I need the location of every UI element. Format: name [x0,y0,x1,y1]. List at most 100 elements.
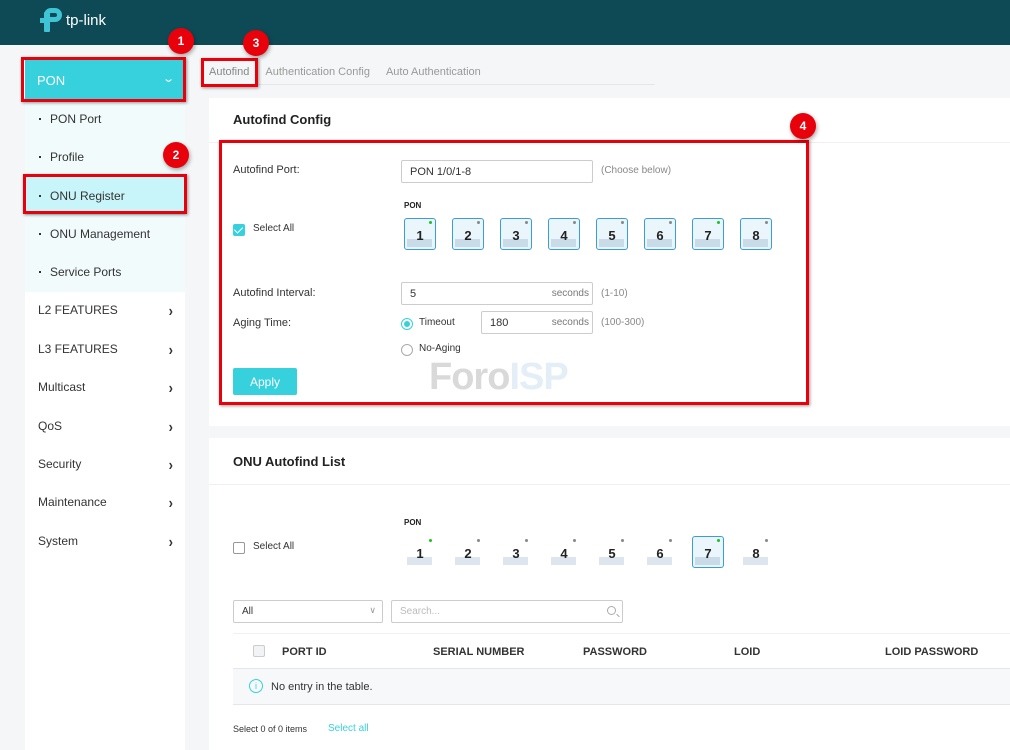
port-number: 4 [560,228,568,243]
sidebar-item-onu-management[interactable]: ONU Management [25,215,185,253]
pon-label: PON [404,518,422,527]
search-icon [607,606,616,615]
chevron-down-icon: ∨ [369,605,376,615]
annotation-box-3 [201,58,258,87]
sidebar-item-label: Security [38,457,82,471]
port-number: 7 [704,546,712,561]
port-number: 7 [704,228,712,243]
bullet-icon [39,156,41,158]
port-number: 8 [752,228,760,243]
pon-port-6[interactable]: 6 [644,536,676,568]
port-number: 5 [608,546,616,561]
pon-port-3[interactable]: 3 [500,536,532,568]
chevron-right-icon: › [168,493,173,511]
pon-port-7[interactable]: 7 [692,536,724,568]
port-number: 6 [656,546,664,561]
brand-name: tp-link [66,11,107,29]
selection-count: Select 0 of 0 items [233,724,308,734]
annotation-badge-3: 3 [243,30,269,56]
annotation-box-2 [23,174,187,214]
list-select-all-checkbox[interactable] [233,542,245,554]
port-status-led-icon [669,539,672,542]
sidebar-item-l3-features[interactable]: L3 FEATURES › [25,330,185,368]
sidebar-item-maintenance[interactable]: Maintenance › [25,483,185,521]
tab-auto-authentication[interactable]: Auto Authentication [382,60,485,84]
sidebar-item-service-ports[interactable]: Service Ports [25,253,185,291]
sidebar-item-qos[interactable]: QoS › [25,407,185,445]
sidebar-item-system[interactable]: System › [25,522,185,560]
tab-bar: Autofind Authentication Config Auto Auth… [205,60,655,85]
sidebar-item-label: L3 FEATURES [38,342,118,356]
sidebar-item-label: Maintenance [38,495,107,509]
pon-port-1[interactable]: 1 [404,536,436,568]
tab-authentication-config[interactable]: Authentication Config [261,60,374,84]
pon-port-8[interactable]: 8 [740,536,772,568]
search-placeholder: Search... [400,606,441,617]
column-header-loid-password[interactable]: LOID PASSWORD [885,646,978,658]
sidebar-item-label: System [38,534,79,548]
annotation-box-4 [219,140,809,405]
select-all-link[interactable]: Select all [328,723,369,734]
annotation-badge-1: 1 [168,28,194,54]
annotation-badge-4: 4 [790,113,816,139]
chevron-right-icon: › [168,532,173,550]
port-number: 4 [560,546,568,561]
sidebar-item-label: Multicast [38,380,86,394]
port-number: 2 [464,228,472,243]
port-number: 3 [512,228,520,243]
panel-title: Autofind Config [233,112,332,127]
top-bar: tp-link [0,0,1010,45]
sidebar-item-security[interactable]: Security › [25,445,185,483]
header-checkbox[interactable] [253,645,265,657]
filter-select[interactable]: All ∨ [233,600,383,623]
sidebar-item-label: L2 FEATURES [38,303,118,317]
bullet-icon [39,118,41,120]
sidebar-item-label: ONU Management [50,227,151,241]
port-status-led-icon [573,539,576,542]
sidebar-item-label: PON Port [50,112,102,126]
port-number: 6 [656,228,664,243]
panel-title: ONU Autofind List [233,454,346,469]
column-header-port-id[interactable]: PORT ID [282,646,327,658]
chevron-right-icon: › [168,378,173,396]
port-status-led-icon [429,539,432,542]
port-number: 2 [464,546,472,561]
info-icon: i [249,679,263,693]
onu-autofind-list-panel: ONU Autofind List Select All PON 1 2 3 4 5 6 7… [209,438,1010,750]
tp-link-logo[interactable]: tp-link [40,8,106,32]
pon-port-4[interactable]: 4 [548,536,580,568]
port-number: 5 [608,228,616,243]
sidebar-item-label: Service Ports [50,265,122,279]
chevron-right-icon: › [168,301,173,319]
chevron-right-icon: › [168,340,173,358]
list-select-all-label: Select All [253,541,295,552]
port-number: 1 [416,228,424,243]
column-header-loid[interactable]: LOID [734,646,760,658]
port-number: 3 [512,546,520,561]
divider [209,484,1010,485]
filter-value: All [242,606,254,617]
bullet-icon [39,233,41,235]
port-number: 8 [752,546,760,561]
search-input[interactable]: Search... [391,600,623,623]
sidebar-item-profile[interactable]: Profile [25,138,185,176]
column-header-serial-number[interactable]: SERIAL NUMBER [433,646,524,658]
port-status-led-icon [621,539,624,542]
sidebar-item-pon-port[interactable]: PON Port [25,100,185,138]
sidebar-item-label: Profile [50,150,85,164]
port-status-led-icon [765,539,768,542]
bullet-icon [39,271,41,273]
chevron-right-icon: › [168,417,173,435]
pon-port-2[interactable]: 2 [452,536,484,568]
tp-link-logo-icon [40,8,62,32]
port-status-led-icon [717,539,720,542]
chevron-right-icon: › [168,455,173,473]
sidebar-item-label: QoS [38,419,63,433]
sidebar-item-multicast[interactable]: Multicast › [25,368,185,406]
empty-message: No entry in the table. [271,681,373,693]
empty-table-row: i No entry in the table. [233,669,1010,705]
port-status-led-icon [477,539,480,542]
column-header-password[interactable]: PASSWORD [583,646,647,658]
sidebar-item-l2-features[interactable]: L2 FEATURES › [25,291,185,329]
pon-port-5[interactable]: 5 [596,536,628,568]
